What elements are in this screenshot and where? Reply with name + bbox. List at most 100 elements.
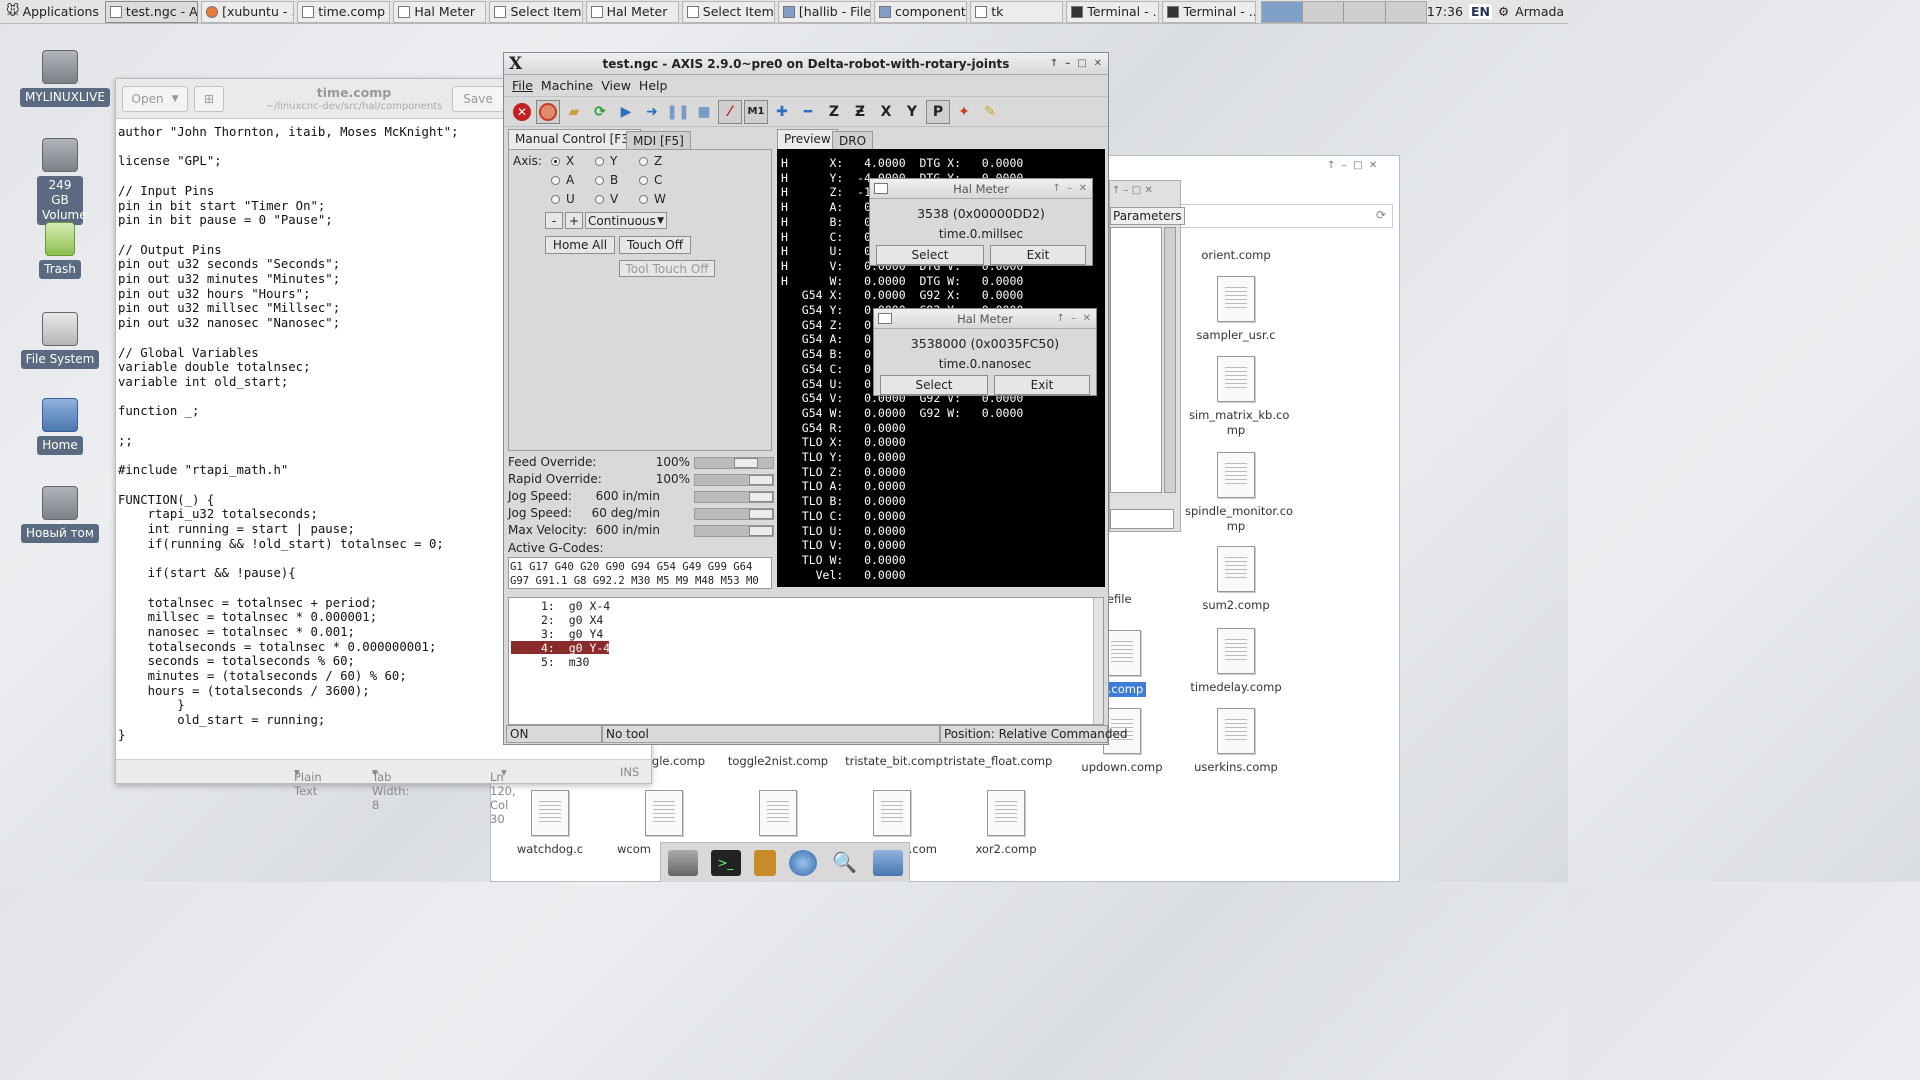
gcode-line[interactable]: 1: g0 X-4 xyxy=(511,599,610,613)
exit-button[interactable]: Exit xyxy=(990,245,1086,265)
task-hallib[interactable]: [hallib - File... xyxy=(777,0,872,23)
view-p-icon[interactable]: P xyxy=(926,99,950,124)
user-menu[interactable]: Armada xyxy=(1515,4,1564,19)
view-y-icon[interactable]: Y xyxy=(900,100,924,124)
slider-thumb[interactable] xyxy=(749,475,773,485)
desktop-icon-home[interactable]: Home xyxy=(20,398,100,455)
run-icon[interactable]: ▶ xyxy=(614,100,638,124)
axis-radio-b[interactable]: B xyxy=(595,173,618,187)
terminal-icon[interactable]: >_ xyxy=(710,849,741,876)
keyboard-layout[interactable]: EN xyxy=(1468,4,1492,19)
file-item[interactable]: spindle_monitor.co mp xyxy=(1181,452,1293,534)
zoom-in-icon[interactable]: ✚ xyxy=(770,100,794,124)
block-delete-icon[interactable]: ⁄ xyxy=(718,99,742,124)
search-icon[interactable]: 🔍 xyxy=(830,850,860,876)
step-icon[interactable]: ➜ xyxy=(640,100,664,124)
desktop-icon-new-volume[interactable]: Новый том xyxy=(20,486,100,543)
slider-thumb[interactable] xyxy=(749,492,773,502)
window-controls[interactable]: ↑ – ✕ xyxy=(1053,179,1087,199)
parameters-input[interactable] xyxy=(1110,509,1174,529)
optional-stop-icon[interactable]: M1 xyxy=(744,99,768,124)
language-selector[interactable]: Plain Text ▾ xyxy=(294,765,322,798)
tab-preview[interactable]: Preview xyxy=(777,129,838,149)
power-icon[interactable] xyxy=(536,99,560,124)
file-item[interactable]: userkins.comp xyxy=(1181,708,1291,775)
gcode-line[interactable]: 3: g0 Y4 xyxy=(511,627,609,641)
view-x-icon[interactable]: X xyxy=(874,100,898,124)
slider-thumb[interactable] xyxy=(749,526,773,536)
hal-meter-titlebar[interactable]: Hal Meter ↑ – ✕ xyxy=(870,179,1092,199)
reload-icon[interactable]: ⟳ xyxy=(588,100,612,124)
reload-icon[interactable]: ⟳ xyxy=(1376,208,1386,222)
touch-off-button[interactable]: Touch Off xyxy=(619,236,691,254)
save-button[interactable]: Save xyxy=(452,86,504,112)
axis-radio-x[interactable]: X xyxy=(551,154,574,168)
task-terminal-1[interactable]: Terminal - ... xyxy=(1066,0,1160,23)
override-slider[interactable] xyxy=(694,525,774,537)
workspace-switcher[interactable] xyxy=(1260,0,1427,23)
axis-radio-z[interactable]: Z xyxy=(639,154,662,168)
tab-manual-control[interactable]: Manual Control [F3] xyxy=(508,129,641,149)
gcode-line-current[interactable]: 4: g0 Y-4 xyxy=(511,641,610,655)
code-text[interactable]: author "John Thornton, itaib, Moses McKn… xyxy=(118,125,459,743)
menu-help[interactable]: Help xyxy=(639,78,668,93)
task-select-1[interactable]: Select Item... xyxy=(489,0,583,23)
override-slider[interactable] xyxy=(694,491,774,503)
gcode-scrollbar[interactable] xyxy=(1093,598,1103,724)
axis-radio-v[interactable]: V xyxy=(595,192,618,206)
task-editor[interactable]: time.comp ... xyxy=(297,0,391,23)
rotate-icon[interactable]: ✦ xyxy=(952,100,976,124)
axis-radio-a[interactable]: A xyxy=(551,173,574,187)
task-component[interactable]: component... xyxy=(874,0,968,23)
file-item[interactable]: timedelay.comp xyxy=(1181,628,1291,695)
task-halmeter-2[interactable]: Hal Meter xyxy=(585,0,679,23)
gcode-listing[interactable]: 1: g0 X-4 2: g0 X4 3: g0 Y4 4: g0 Y-4 5:… xyxy=(508,597,1104,725)
axis-radio-u[interactable]: U xyxy=(551,192,575,206)
applications-menu[interactable]: 🐭 Applications xyxy=(0,0,105,24)
file-item[interactable]: tristate_float.comp xyxy=(943,754,1053,769)
view-z-icon[interactable]: Z xyxy=(822,100,846,124)
gcode-line[interactable]: 5: m30 xyxy=(511,655,609,669)
jog-mode-select[interactable]: Continuous ▼ xyxy=(585,212,667,229)
task-select-2[interactable]: Select Item... xyxy=(681,0,775,23)
file-item[interactable]: sum2.comp xyxy=(1181,546,1291,613)
vertical-scrollbar[interactable] xyxy=(1164,227,1176,493)
pause-icon[interactable]: ❚❚ xyxy=(666,100,690,124)
select-button[interactable]: Select xyxy=(876,245,984,265)
workspace-4[interactable] xyxy=(1385,1,1426,22)
axis-radio-c[interactable]: C xyxy=(639,173,662,187)
desktop-icon-trash[interactable]: Trash xyxy=(20,222,100,279)
override-slider[interactable] xyxy=(694,508,774,520)
jog-minus-button[interactable]: - xyxy=(545,212,563,229)
parameters-tab[interactable]: Parameters xyxy=(1110,207,1185,225)
workspace-3[interactable] xyxy=(1344,1,1386,22)
desktop-icon-mylinuxlive[interactable]: MYLINUXLIVE xyxy=(20,50,110,107)
file-item[interactable]: sim_matrix_kb.co mp xyxy=(1181,356,1291,438)
file-item[interactable]: sampler_usr.c xyxy=(1181,276,1291,343)
new-tab-button[interactable]: ⊞ xyxy=(194,86,224,112)
clear-plot-icon[interactable]: ✎ xyxy=(978,100,1002,124)
task-terminal-2[interactable]: Terminal - ... xyxy=(1162,0,1256,23)
workspace-2[interactable] xyxy=(1302,1,1345,22)
network-icon[interactable]: ⚙ xyxy=(1498,4,1509,19)
file-item[interactable]: orient.comp xyxy=(1181,234,1291,263)
tab-mdi[interactable]: MDI [F5] xyxy=(626,131,691,151)
file-item[interactable]: tristate_bit.comp xyxy=(839,754,949,769)
jog-plus-button[interactable]: + xyxy=(565,212,583,229)
menu-file[interactable]: File xyxy=(512,78,533,93)
home-all-button[interactable]: Home All xyxy=(545,236,615,254)
file-item[interactable]: xor2.comp xyxy=(951,790,1061,857)
select-button[interactable]: Select xyxy=(880,375,988,395)
workspace-1[interactable] xyxy=(1261,1,1303,22)
desktop-icon-filesystem[interactable]: File System xyxy=(20,312,100,369)
tab-dro[interactable]: DRO xyxy=(832,131,874,151)
zoom-out-icon[interactable]: ━ xyxy=(796,100,820,124)
drive-icon[interactable] xyxy=(667,849,698,876)
menu-view[interactable]: View xyxy=(601,78,631,93)
menu-machine[interactable]: Machine xyxy=(541,78,593,93)
tool-touch-off-button[interactable]: Tool Touch Off xyxy=(619,260,715,277)
parameters-list[interactable] xyxy=(1110,227,1162,493)
window-controls[interactable]: ↑ – □ ✕ xyxy=(1050,53,1102,75)
slider-thumb[interactable] xyxy=(749,509,773,519)
hal-meter-titlebar[interactable]: Hal Meter ↑ – ✕ xyxy=(874,309,1096,329)
